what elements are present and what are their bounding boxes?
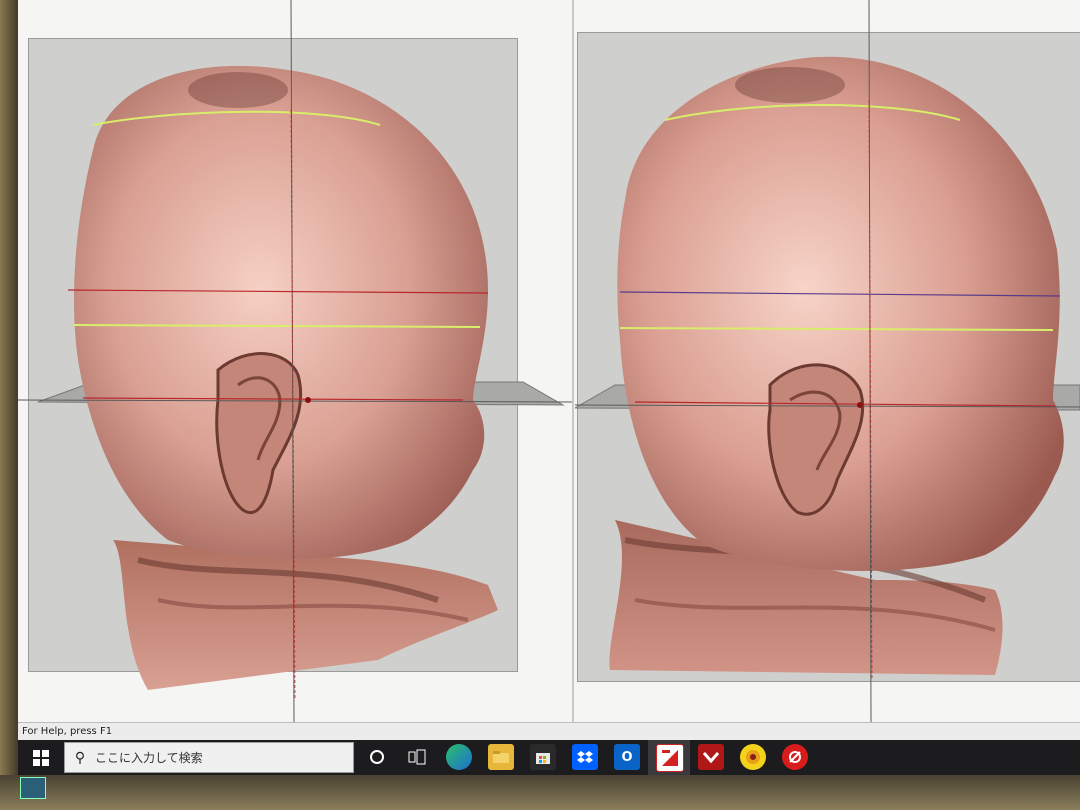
start-button[interactable] [18,740,64,775]
application-screen: For Help, press F1 ⚲ ここに入力して検索 O [18,0,1080,775]
status-bar-text: For Help, press F1 [22,726,113,737]
task-view-icon[interactable] [404,744,430,770]
right-view-pane[interactable] [575,0,1080,722]
left-view-pane[interactable] [18,0,574,722]
dropbox-icon[interactable] [572,744,598,770]
left-head-model[interactable] [18,0,572,722]
desktop-tray-fragment [20,777,46,799]
windows-taskbar: ⚲ ここに入力して検索 O [18,740,1080,775]
monitor-bezel-bottom [0,775,1080,810]
search-placeholder: ここに入力して検索 [95,751,203,765]
origin-marker [305,397,311,403]
app-red-white-icon[interactable] [656,744,684,772]
right-head-model[interactable] [575,0,1080,722]
monitor-bezel-left [0,0,20,810]
app-red-chevron-icon[interactable] [698,744,724,770]
store-icon[interactable] [530,744,556,770]
file-explorer-icon[interactable] [488,744,514,770]
origin-marker [857,402,863,408]
start-icon [33,749,49,766]
search-icon: ⚲ [74,749,86,766]
edge-icon[interactable] [446,744,472,770]
taskbar-search-box[interactable]: ⚲ ここに入力して検索 [64,742,354,773]
app-yellow-logo-icon[interactable] [740,744,766,770]
cortana-icon[interactable] [364,744,390,770]
head-shape [73,65,488,559]
outlook-icon[interactable]: O [614,744,640,770]
status-bar: For Help, press F1 [18,722,1080,740]
head-shape [617,56,1064,572]
app-red-circle-icon[interactable] [782,744,808,770]
